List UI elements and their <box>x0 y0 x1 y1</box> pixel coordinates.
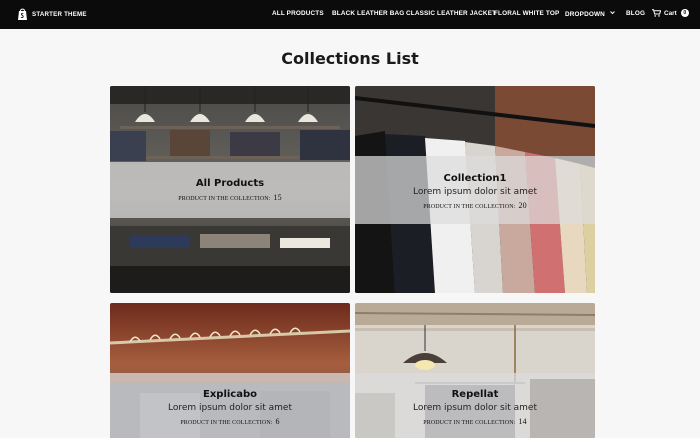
count-label: PRODUCT IN THE COLLECTION: <box>423 204 516 210</box>
collection-description: Lorem ipsum dolor sit amet <box>168 403 292 413</box>
top-navigation-bar: STARTER THEME ALL PRODUCTS BLACK LEATHER… <box>0 0 700 29</box>
nav-dropdown[interactable]: DROPDOWN <box>565 10 615 18</box>
count-label: PRODUCT IN THE COLLECTION: <box>178 196 271 202</box>
collection-title: Repellat <box>451 389 499 400</box>
count-value: 15 <box>273 193 282 202</box>
nav-floral-white-top[interactable]: FLORAL WHITE TOP <box>494 10 559 17</box>
collection-product-count: PRODUCT IN THE COLLECTION: 6 <box>110 417 350 426</box>
chevron-down-icon <box>609 11 615 15</box>
collection-product-count: PRODUCT IN THE COLLECTION: 15 <box>110 193 350 202</box>
cart-count-badge: 0 <box>680 9 689 17</box>
count-value: 6 <box>275 417 280 426</box>
count-label: PRODUCT IN THE COLLECTION: <box>423 420 516 426</box>
collection-card-all-products[interactable]: All Products PRODUCT IN THE COLLECTION: 1… <box>110 86 350 293</box>
cart-icon <box>652 9 661 17</box>
nav-blog[interactable]: BLOG <box>626 10 645 17</box>
page-title: Collections List <box>281 49 419 68</box>
cart-label: Cart <box>664 9 677 17</box>
collection-title: Collection1 <box>443 173 507 184</box>
collection-card-repellat[interactable]: Repellat Lorem ipsum dolor sit amet PROD… <box>355 303 595 438</box>
collection-overlay: Collection1 Lorem ipsum dolor sit amet P… <box>355 156 595 224</box>
collection-description: Lorem ipsum dolor sit amet <box>413 187 537 197</box>
collection-product-count: PRODUCT IN THE COLLECTION: 20 <box>355 201 595 210</box>
collection-card-explicabo[interactable]: Explicabo Lorem ipsum dolor sit amet PRO… <box>110 303 350 438</box>
cart-link[interactable]: Cart 0 <box>652 9 689 17</box>
collection-card-collection1[interactable]: Collection1 Lorem ipsum dolor sit amet P… <box>355 86 595 293</box>
collection-overlay: Repellat Lorem ipsum dolor sit amet PROD… <box>355 373 595 438</box>
count-label: PRODUCT IN THE COLLECTION: <box>180 420 273 426</box>
collection-overlay: All Products PRODUCT IN THE COLLECTION: 1… <box>110 162 350 218</box>
collection-title: All Products <box>195 178 265 189</box>
nav-all-products[interactable]: ALL PRODUCTS <box>272 10 324 17</box>
nav-dropdown-label: DROPDOWN <box>565 11 605 18</box>
collection-product-count: PRODUCT IN THE COLLECTION: 14 <box>355 417 595 426</box>
nav-black-leather-bag[interactable]: BLACK LEATHER BAG <box>332 10 404 17</box>
count-value: 20 <box>518 201 527 210</box>
count-value: 14 <box>518 417 527 426</box>
collection-title: Explicabo <box>203 389 257 400</box>
collection-description: Lorem ipsum dolor sit amet <box>413 403 537 413</box>
nav-classic-leather-jacket[interactable]: CLASSIC LEATHER JACKET <box>406 10 496 17</box>
main-nav: ALL PRODUCTS BLACK LEATHER BAG CLASSIC L… <box>0 0 700 29</box>
collection-overlay: Explicabo Lorem ipsum dolor sit amet PRO… <box>110 373 350 438</box>
